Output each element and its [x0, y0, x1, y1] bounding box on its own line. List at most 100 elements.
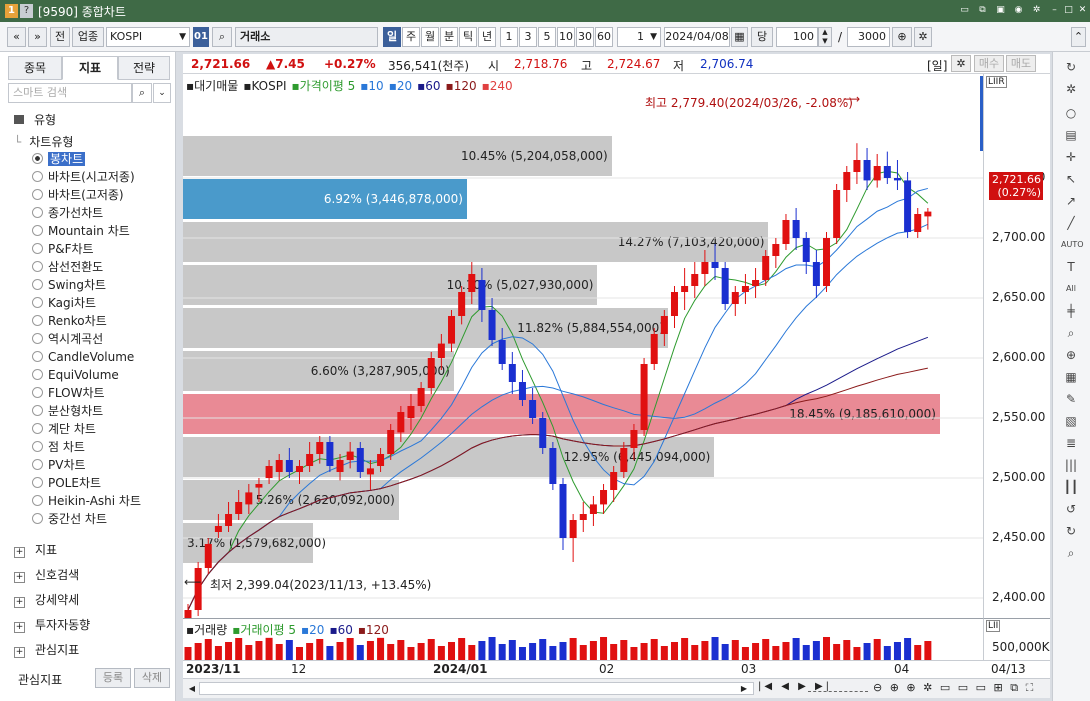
volume-legend-item[interactable]: ▪거래이평 5	[232, 623, 296, 637]
period-badge[interactable]: [일]	[927, 57, 947, 74]
search-icon[interactable]: ⌕	[212, 27, 232, 47]
tab-strategy[interactable]: 전략	[118, 56, 170, 80]
zoom-slider[interactable]	[808, 684, 868, 692]
date-input[interactable]: 2024/04/08	[664, 27, 730, 47]
circle-tool-icon[interactable]: ○	[1061, 104, 1081, 122]
radio-icon[interactable]	[32, 405, 43, 416]
indicator-group[interactable]: + 관심지표	[14, 639, 79, 661]
scroll-right-icon[interactable]: ▶	[738, 682, 750, 695]
indicator-group[interactable]: + 지표	[14, 539, 57, 561]
search-tool-icon[interactable]: ⌕	[1061, 544, 1081, 562]
radio-icon[interactable]	[32, 225, 43, 236]
chart-type-item[interactable]: 봉차트	[32, 150, 86, 168]
sell-button[interactable]: 매도	[1006, 55, 1036, 72]
interval-10[interactable]: 10	[557, 27, 575, 47]
radio-icon[interactable]	[32, 279, 43, 290]
all-tool-icon[interactable]: All	[1061, 280, 1081, 298]
chart-type-item[interactable]: 계단 차트	[32, 420, 96, 438]
chart-type-item[interactable]: 바차트(시고저종)	[32, 168, 135, 186]
close-icon[interactable]: ✕	[1076, 4, 1089, 17]
magnifier-icon[interactable]: ⌕	[1061, 324, 1081, 342]
period-tick[interactable]: 틱	[459, 27, 477, 47]
indicator-group[interactable]: + 투자자동향	[14, 614, 90, 636]
qty-input[interactable]: 100	[776, 27, 818, 47]
radio-icon[interactable]	[32, 441, 43, 452]
volume-legend-item[interactable]: ▪120	[358, 623, 389, 637]
legend-item[interactable]: ▪가격이평 5	[292, 79, 356, 93]
redo-icon[interactable]: ↻	[1061, 522, 1081, 540]
chart-type-item[interactable]: 분산형차트	[32, 402, 103, 420]
pin-icon[interactable]: ▭	[958, 4, 971, 17]
columns-tool-icon[interactable]: ┃┃	[1061, 478, 1081, 496]
expand-plus-icon[interactable]: +	[14, 547, 25, 558]
legend-item[interactable]: ▪KOSPI	[243, 79, 286, 93]
period-week[interactable]: 주	[402, 27, 420, 47]
folder-type[interactable]: 유형	[14, 111, 56, 128]
legend-item[interactable]: ▪240	[482, 79, 513, 93]
undo-icon[interactable]: ↺	[1061, 500, 1081, 518]
radio-icon[interactable]	[32, 189, 43, 200]
expand-plus-icon[interactable]: +	[14, 572, 25, 583]
radio-icon[interactable]	[32, 261, 43, 272]
cursor-icon[interactable]: ↖	[1061, 170, 1081, 188]
copy-window-icon[interactable]: ⧉	[976, 4, 989, 17]
max-qty-input[interactable]: 3000	[847, 27, 890, 47]
chart-type-item[interactable]: CandleVolume	[32, 348, 134, 366]
nav-prev-button[interactable]: «	[7, 27, 26, 47]
radio-icon[interactable]	[32, 423, 43, 434]
chart-type-item[interactable]: 삼선전환도	[32, 258, 103, 276]
chart-type-item[interactable]: 바차트(고저종)	[32, 186, 124, 204]
chart-type-item[interactable]: EquiVolume	[32, 366, 119, 384]
save-icon[interactable]: ▣	[994, 4, 1007, 17]
chart-type-item[interactable]: PV차트	[32, 456, 86, 474]
nav-next-button[interactable]: »	[28, 27, 47, 47]
chart-type-item[interactable]: Kagi차트	[32, 294, 96, 312]
legend-item[interactable]: ▪대기매물	[186, 79, 238, 93]
volume-chart[interactable]: ▪거래량 ▪거래이평 5 ▪20 ▪60 ▪120	[183, 618, 983, 661]
radio-icon[interactable]	[32, 207, 43, 218]
auto-line-icon[interactable]: AUTO	[1061, 236, 1084, 254]
interval-30[interactable]: 30	[576, 27, 594, 47]
interval-3[interactable]: 3	[519, 27, 537, 47]
chart-type-item[interactable]: Mountain 차트	[32, 222, 130, 240]
magnify-plus-icon[interactable]: ⊕	[892, 27, 912, 47]
chart-scrollbar[interactable]: ◀ ▶ |◀ ◀ ▶ ▶| ⊖ ⊕ ⊕ ✲ ▭ ▭ ▭ ⊞ ⧉ ⛶	[183, 678, 1050, 698]
expand-down-icon[interactable]: ⌄	[153, 83, 171, 103]
refresh-icon[interactable]: ↻	[1061, 58, 1081, 76]
radio-icon[interactable]	[32, 171, 43, 182]
qty-stepper[interactable]: ▲ ▼	[818, 27, 832, 47]
chart-type-item[interactable]: 중간선 차트	[32, 510, 107, 528]
calendar-icon[interactable]: ▦	[731, 27, 748, 47]
text-tool-icon[interactable]: T	[1061, 258, 1081, 276]
compare-icon[interactable]: ▦	[1061, 368, 1081, 386]
tree-title[interactable]: └ 차트유형	[14, 133, 73, 150]
tab-stocks[interactable]: 종목	[8, 56, 62, 80]
period-day[interactable]: 일	[383, 27, 401, 47]
minimize-icon[interactable]: –	[1048, 4, 1061, 17]
chart-type-item[interactable]: 종가선차트	[32, 204, 103, 222]
chart-type-item[interactable]: 점 차트	[32, 438, 85, 456]
gear-icon[interactable]: ✲	[914, 27, 932, 47]
volume-legend-item[interactable]: ▪20	[301, 623, 324, 637]
register-button[interactable]: 등록	[95, 668, 131, 688]
main-chart[interactable]: 10.45% (5,204,058,000) 6.92% (3,446,878,0…	[183, 74, 983, 618]
chart-type-item[interactable]: POLE차트	[32, 474, 101, 492]
scroll-track[interactable]	[199, 682, 754, 695]
bars-tool-icon[interactable]: |||	[1061, 456, 1081, 474]
fib-tool-icon[interactable]: ≣	[1061, 434, 1081, 452]
legend-item[interactable]: ▪120	[446, 79, 477, 93]
radio-icon[interactable]	[32, 333, 43, 344]
crosshair-icon[interactable]: ✛	[1061, 148, 1081, 166]
chart-type-item[interactable]: P&F차트	[32, 240, 94, 258]
chart-type-item[interactable]: Renko차트	[32, 312, 107, 330]
search-icon[interactable]: ⌕	[132, 83, 152, 103]
symbol-select[interactable]: KOSPI ▼	[106, 27, 190, 47]
tab-indicators[interactable]: 지표	[62, 56, 118, 80]
camera-icon[interactable]: ◉	[1012, 4, 1025, 17]
period-month[interactable]: 월	[421, 27, 439, 47]
buy-button[interactable]: 매수	[974, 55, 1004, 72]
radio-icon[interactable]	[32, 351, 43, 362]
legend-item[interactable]: ▪10	[360, 79, 383, 93]
chart-gear-icon[interactable]: ✲	[951, 55, 971, 72]
radio-icon[interactable]	[32, 459, 43, 470]
